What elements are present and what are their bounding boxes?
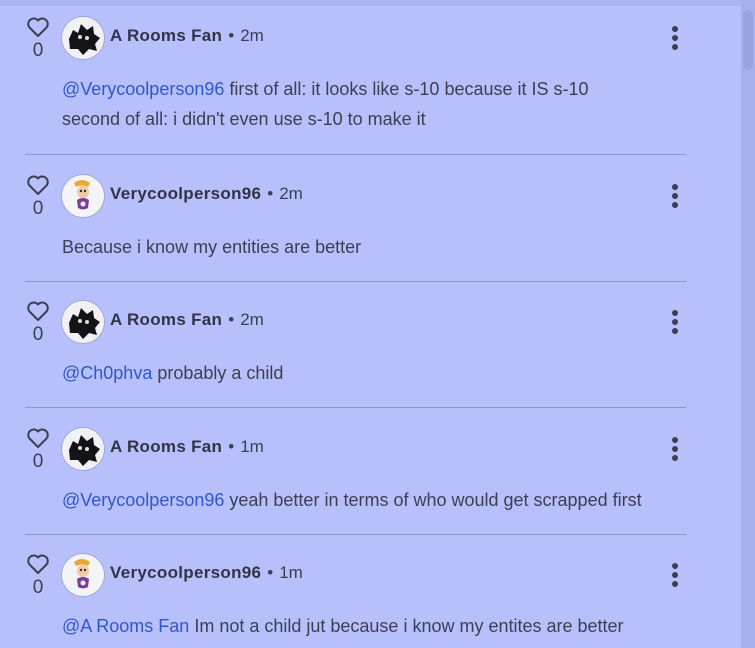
comment-text: Because i know my entities are better <box>62 237 362 257</box>
comment-author[interactable]: Verycoolperson96 <box>110 563 261 582</box>
comment-text: probably a child <box>152 363 284 383</box>
meta-separator: • <box>267 184 274 203</box>
like-control[interactable]: 0 <box>25 553 51 599</box>
scrollbar[interactable] <box>741 0 755 648</box>
comment-author[interactable]: A Rooms Fan <box>110 437 222 456</box>
comment-author[interactable]: Verycoolperson96 <box>110 184 261 203</box>
comment-author[interactable]: A Rooms Fan <box>110 26 222 45</box>
comment-body: @A Rooms Fan Im not a child jut because … <box>62 611 672 641</box>
dark-avatar-icon <box>62 301 104 343</box>
meta-separator: • <box>267 563 274 582</box>
comment-time: 1m <box>279 563 303 582</box>
rayman-avatar-icon <box>62 554 104 596</box>
avatar[interactable] <box>61 300 105 344</box>
comment-meta: A Rooms Fan • 2m <box>110 310 264 330</box>
top-bar <box>0 0 755 6</box>
comment-meta: A Rooms Fan • 1m <box>110 437 264 457</box>
mention-link[interactable]: @Ch0phva <box>62 363 152 383</box>
more-options-icon[interactable] <box>665 184 685 210</box>
avatar[interactable] <box>61 174 105 218</box>
comment-time: 2m <box>240 310 264 329</box>
comment-body: @Verycoolperson96 first of all: it looks… <box>62 74 672 134</box>
comment-text: Im not a child jut because i know my ent… <box>189 616 624 636</box>
like-control[interactable]: 0 <box>25 427 51 473</box>
heart-icon[interactable] <box>26 427 50 449</box>
like-count: 0 <box>32 577 44 598</box>
more-options-icon[interactable] <box>665 437 685 463</box>
meta-separator: • <box>228 26 235 45</box>
comment-item: 0 A Rooms Fan • 2m @Verycoolperson96 first… <box>25 16 686 155</box>
comment-time: 2m <box>240 26 264 45</box>
like-control[interactable]: 0 <box>25 16 51 62</box>
heart-icon[interactable] <box>26 300 50 322</box>
comment-time: 1m <box>240 437 264 456</box>
comment-meta: Verycoolperson96 • 2m <box>110 184 303 204</box>
comment-body: @Ch0phva probably a child <box>62 358 672 388</box>
avatar[interactable] <box>61 553 105 597</box>
comment-body: Because i know my entities are better <box>62 232 672 262</box>
scrollbar-thumb[interactable] <box>743 10 753 70</box>
comment-body: @Verycoolperson96 yeah better in terms o… <box>62 485 672 515</box>
meta-separator: • <box>228 310 235 329</box>
comment-text-line2: second of all: i didn't even use s-10 to… <box>62 109 426 129</box>
heart-icon[interactable] <box>26 16 50 38</box>
like-control[interactable]: 0 <box>25 174 51 220</box>
comment-item: 0 A Rooms Fan • 1m @Verycoolperson96 yeah … <box>25 427 686 535</box>
like-control[interactable]: 0 <box>25 300 51 346</box>
heart-icon[interactable] <box>26 174 50 196</box>
meta-separator: • <box>228 437 235 456</box>
comment-text: first of all: it looks like s-10 because… <box>224 79 589 99</box>
mention-link[interactable]: @Verycoolperson96 <box>62 490 224 510</box>
comment-text: yeah better in terms of who would get sc… <box>224 490 642 510</box>
comment-author[interactable]: A Rooms Fan <box>110 310 222 329</box>
more-options-icon[interactable] <box>665 563 685 589</box>
comment-meta: A Rooms Fan • 2m <box>110 26 264 46</box>
comment-time: 2m <box>279 184 303 203</box>
like-count: 0 <box>32 451 44 472</box>
comment-item: 0 A Rooms Fan • 2m @Ch0phva probably a chi… <box>25 300 686 408</box>
like-count: 0 <box>32 324 44 345</box>
comment-meta: Verycoolperson96 • 1m <box>110 563 303 583</box>
like-count: 0 <box>32 198 44 219</box>
dark-avatar-icon <box>62 428 104 470</box>
more-options-icon[interactable] <box>665 310 685 336</box>
rayman-avatar-icon <box>62 175 104 217</box>
comment-item: 0 Verycoolperson96 • 1m @A Rooms Fan Im no… <box>25 553 686 648</box>
comment-item: 0 Verycoolperson96 • 2m Because i know my … <box>25 174 686 282</box>
mention-link[interactable]: @Verycoolperson96 <box>62 79 224 99</box>
like-count: 0 <box>32 40 44 61</box>
mention-link[interactable]: @A Rooms Fan <box>62 616 189 636</box>
heart-icon[interactable] <box>26 553 50 575</box>
avatar[interactable] <box>61 427 105 471</box>
dark-avatar-icon <box>62 17 104 59</box>
more-options-icon[interactable] <box>665 26 685 52</box>
avatar[interactable] <box>61 16 105 60</box>
